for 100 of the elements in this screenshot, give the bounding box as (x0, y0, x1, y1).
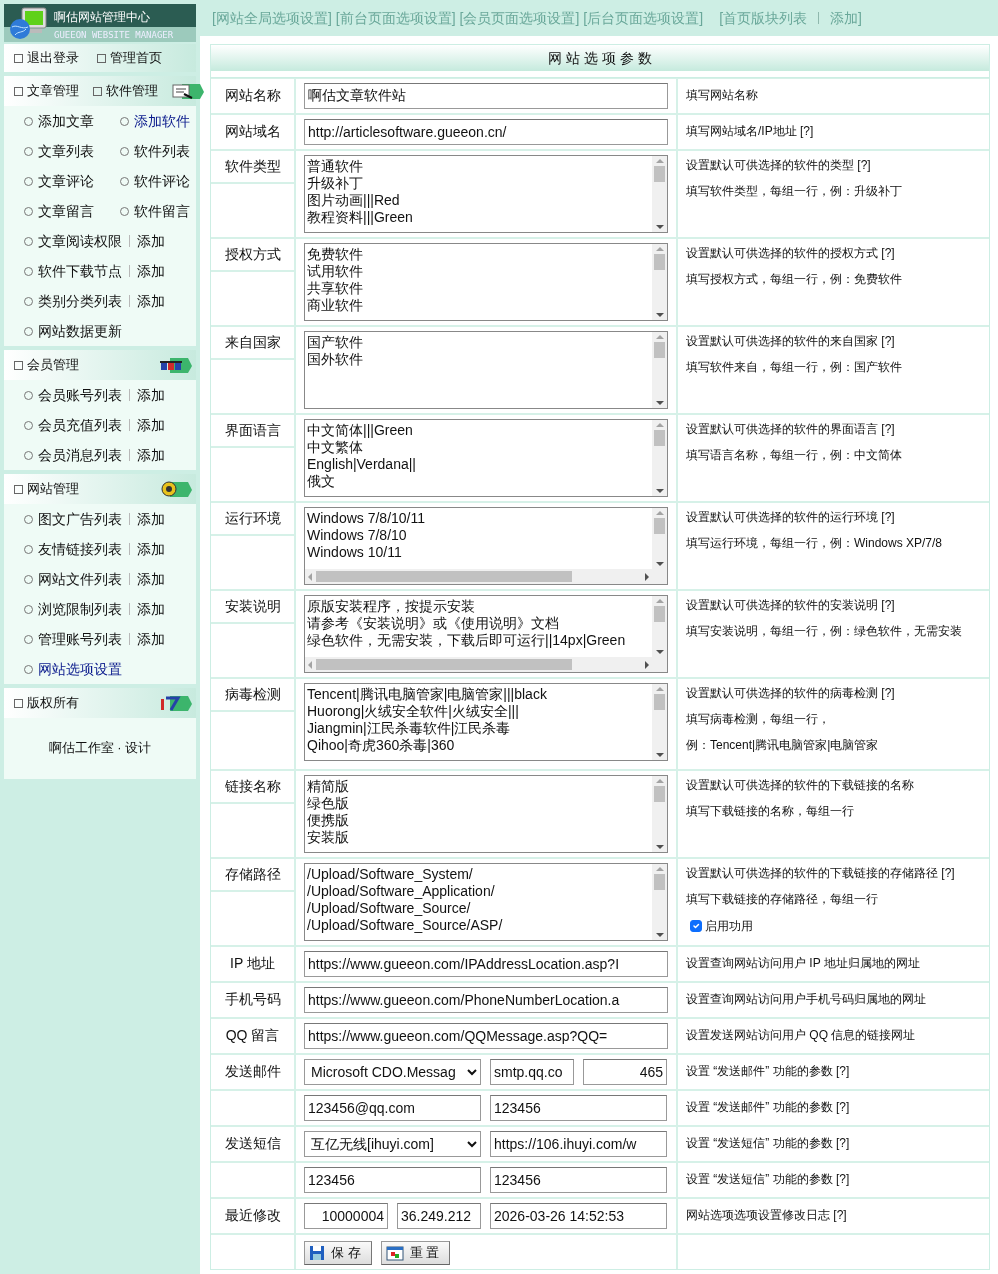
menu-link[interactable]: 添加文章 (24, 110, 120, 132)
section-link[interactable]: 文章管理 (14, 81, 79, 101)
dropdown-select[interactable]: Microsoft CDO.Messag (304, 1059, 481, 1085)
menu-link[interactable]: 会员充值列表 (24, 414, 122, 436)
input-field[interactable]: 123456@qq.com (304, 1095, 481, 1121)
menu-link[interactable]: 添加 (137, 444, 165, 466)
menu-link[interactable]: 网站文件列表 (24, 568, 122, 590)
vertical-scrollbar[interactable] (652, 596, 667, 657)
vertical-scrollbar[interactable] (652, 332, 667, 408)
description-text: 网站选项选项设置修改日志 [?] (686, 1207, 848, 1223)
description-text: 设置默认可供选择的软件的下载链接的名称 (686, 777, 915, 793)
nav-link[interactable]: 管理首页 (97, 48, 162, 68)
vertical-scrollbar[interactable] (652, 420, 667, 496)
calendar-icon (385, 1245, 404, 1261)
description-text: 例：Tencent|腾讯电脑管家|电脑管家 (686, 737, 880, 753)
vertical-scrollbar[interactable] (652, 244, 667, 320)
site-subtitle: GUEEON WEBSITE MANAGER (4, 27, 196, 42)
field-label: QQ 留言 (224, 1026, 281, 1045)
vertical-scrollbar[interactable] (652, 156, 667, 232)
menu-link[interactable]: 文章评论 (24, 170, 120, 192)
text-area-frame[interactable]: Windows 7/8/10/11 Windows 7/8/10 Windows 10/11 (304, 507, 668, 585)
menu-link[interactable]: 软件评论 (120, 170, 190, 192)
menu-link[interactable]: 网站选项设置 (24, 658, 122, 680)
checkbox-square-icon (14, 360, 23, 370)
input-field[interactable]: 10000004 (304, 1203, 388, 1229)
description-text: 设置默认可供选择的软件的病毒检测 [?] (686, 685, 896, 701)
menu-link[interactable]: 友情链接列表 (24, 538, 122, 560)
enable-option[interactable]: 启用功用 (690, 917, 981, 935)
input-field[interactable]: 123456 (490, 1167, 667, 1193)
vertical-scrollbar[interactable] (652, 508, 667, 569)
checkbox-label: 启用功用 (705, 918, 753, 935)
menu-link[interactable]: 软件列表 (120, 140, 190, 162)
field-label: 网站名称 (223, 86, 282, 105)
section-link[interactable]: 软件管理 (93, 81, 158, 101)
menu-link[interactable]: 添加 (137, 230, 165, 252)
input-field[interactable]: 123456 (304, 1167, 481, 1193)
vertical-scrollbar[interactable] (652, 776, 667, 852)
input-field[interactable]: 465 (583, 1059, 667, 1085)
input-field[interactable]: 啊估文章软件站 (304, 83, 668, 109)
field-label: 发送短信 (223, 1134, 282, 1153)
description-text: 填写安装说明，每组一行，例：绿色软件，无需安装 (686, 623, 963, 639)
notepad-icon (172, 82, 204, 100)
menu-link[interactable]: 添加 (137, 290, 165, 312)
menu-link[interactable]: 添加 (137, 414, 165, 436)
input-field[interactable]: https://www.gueeon.com/PhoneNumberLocation.a (304, 987, 668, 1013)
menu-link[interactable]: 添加 (137, 628, 165, 650)
menu-link[interactable]: 文章阅读权限 (24, 230, 122, 252)
input-field[interactable]: http://articlesoftware.gueeon.cn/ (304, 119, 668, 145)
checkbox-square-icon (14, 53, 23, 63)
menu-link[interactable]: 会员账号列表 (24, 384, 122, 406)
input-field[interactable]: 2026-03-26 14:52:53 (490, 1203, 667, 1229)
description-text: 设置默认可供选择的软件的安装说明 [?] (686, 597, 896, 613)
reset-button[interactable]: 重 置 (380, 1241, 451, 1265)
description-text: 填写授权方式，每组一行，例：免费软件 (686, 271, 903, 287)
text-area-frame[interactable]: 原版安装程序，按提示安装 请参考《安装说明》或《使用说明》文档 绿色软件，无需安装，下载后即可运行||14px|Green (304, 595, 668, 673)
checkbox[interactable] (690, 920, 702, 932)
menu-link[interactable]: 添加软件 (120, 110, 190, 132)
horizontal-scrollbar[interactable] (305, 657, 652, 672)
menu-link[interactable]: 添加 (137, 538, 165, 560)
menu-link[interactable]: 添加 (137, 508, 165, 530)
checkbox-square-icon (97, 53, 106, 63)
menu-link[interactable]: 浏览限制列表 (24, 598, 122, 620)
menu-link[interactable]: 添加 (137, 384, 165, 406)
description-text: 填写网站名称 (686, 87, 759, 103)
field-label: 来自国家 (211, 327, 294, 360)
description-text: 填写运行环境，每组一行，例：Windows XP/7/8 (686, 535, 944, 551)
description-text: 设置 “发送邮件” 功能的参数 [?] (686, 1099, 851, 1115)
input-field[interactable]: 36.249.212 (397, 1203, 481, 1229)
menu-link[interactable]: 文章列表 (24, 140, 120, 162)
menu-link[interactable]: 网站数据更新 (24, 320, 122, 342)
input-field[interactable]: https://www.gueeon.com/IPAddressLocation.asp?I (304, 951, 668, 977)
nav-link[interactable]: 退出登录 (14, 48, 79, 68)
menu-link[interactable]: 软件留言 (120, 200, 190, 222)
input-field[interactable]: https://106.ihuyi.com/w (490, 1131, 667, 1157)
field-label: 界面语言 (211, 415, 294, 448)
menu-link[interactable]: 管理账号列表 (24, 628, 122, 650)
menu-link[interactable]: 图文广告列表 (24, 508, 122, 530)
horizontal-scrollbar[interactable] (305, 569, 652, 584)
dropdown-select[interactable]: 互亿无线[ihuyi.com] (304, 1131, 481, 1157)
menu-link[interactable]: 添加 (137, 568, 165, 590)
input-field[interactable]: 123456 (490, 1095, 667, 1121)
input-field[interactable]: smtp.qq.co (490, 1059, 574, 1085)
menu-link[interactable]: 类别分类列表 (24, 290, 122, 312)
menu-link[interactable]: 添加 (137, 598, 165, 620)
menu-link[interactable]: 文章留言 (24, 200, 120, 222)
menu-link[interactable]: 软件下载节点 (24, 260, 122, 282)
description-text: 设置默认可供选择的软件的下载链接的存储路径 [?] (686, 865, 956, 881)
description-text: 设置 “发送短信” 功能的参数 [?] (686, 1171, 851, 1187)
save-button[interactable]: 保 存 (304, 1241, 372, 1265)
menu-link[interactable]: 添加 (137, 260, 165, 282)
description-text: 设置查询网站访问用户 IP 地址归属地的网址 (686, 955, 921, 971)
vertical-scrollbar[interactable] (652, 864, 667, 940)
logo-icon (160, 694, 192, 712)
menu-link[interactable]: 会员消息列表 (24, 444, 122, 466)
field-label: 病毒检测 (211, 679, 294, 712)
field-label: 软件类型 (211, 151, 294, 184)
vertical-scrollbar[interactable] (652, 684, 667, 760)
description-text: 设置默认可供选择的软件的运行环境 [?] (686, 509, 896, 525)
field-label: 最近修改 (223, 1206, 282, 1225)
input-field[interactable]: https://www.gueeon.com/QQMessage.asp?QQ= (304, 1023, 668, 1049)
